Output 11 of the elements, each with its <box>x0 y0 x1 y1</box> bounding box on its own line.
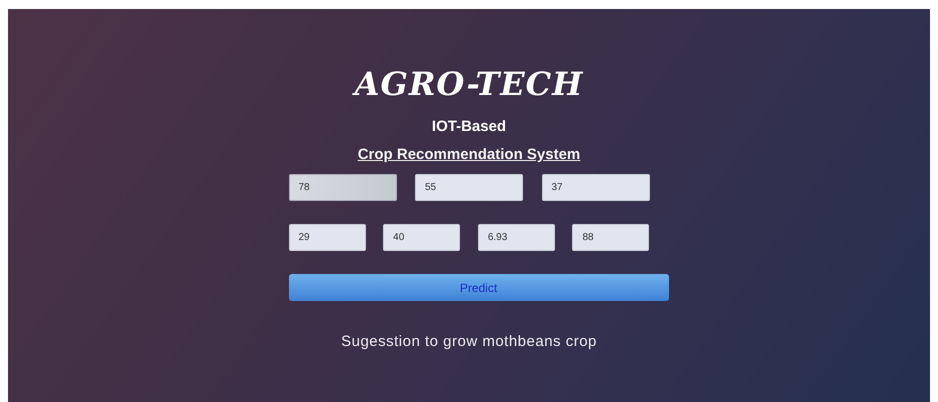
result-text: Sugesstion to grow mothbeans crop <box>341 333 597 350</box>
heading: Crop Recommendation System <box>358 146 580 164</box>
input-field[interactable]: 55 <box>415 174 523 201</box>
subtitle: IOT-Based <box>432 118 506 136</box>
input-field[interactable]: 78 <box>288 174 396 201</box>
input-field[interactable]: 29 <box>288 224 366 251</box>
input-field[interactable]: 88 <box>572 224 650 251</box>
input-field[interactable]: 6.93 <box>478 224 555 251</box>
input-field[interactable]: 37 <box>542 174 650 201</box>
input-field[interactable]: 40 <box>383 224 460 251</box>
app-title: AGRO-TECH <box>354 64 584 104</box>
